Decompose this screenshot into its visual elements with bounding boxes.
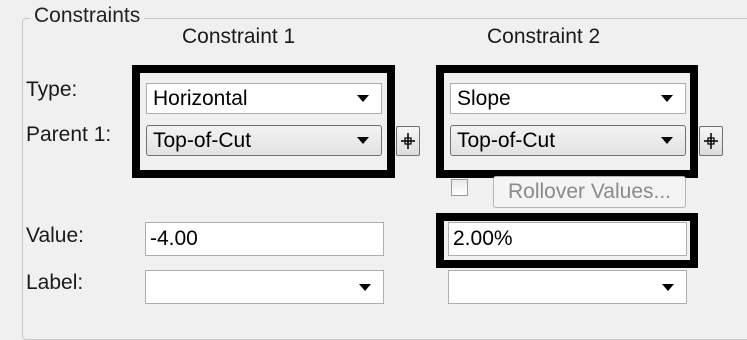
constraint2-pick-parent-button[interactable] — [699, 126, 723, 156]
chevron-down-icon — [661, 95, 673, 102]
crosshair-pick-icon — [401, 133, 415, 149]
constraint1-parent-value: Top-of-Cut — [153, 128, 252, 152]
constraint1-type-value: Horizontal — [153, 86, 248, 110]
type-label: Type: — [26, 78, 78, 101]
constraint2-parent-value: Top-of-Cut — [457, 128, 556, 152]
constraints-group-title: Constraints — [30, 4, 145, 28]
constraint2-label-combo[interactable] — [448, 270, 687, 304]
constraint2-highlight-frame — [436, 65, 698, 178]
constraint1-parent-combo[interactable]: Top-of-Cut — [146, 125, 382, 156]
constraint2-value-input[interactable]: 2.00% — [448, 222, 687, 256]
chevron-down-icon — [357, 137, 369, 144]
rollover-checkbox[interactable] — [451, 179, 468, 196]
constraint2-type-value: Slope — [457, 86, 511, 110]
constraint1-pick-parent-button[interactable] — [396, 126, 420, 156]
constraint1-highlight-frame — [132, 65, 395, 178]
constraint2-header: Constraint 2 — [487, 25, 601, 48]
label-label: Label: — [26, 271, 84, 294]
constraint1-type-combo[interactable]: Horizontal — [146, 83, 382, 114]
constraint1-header: Constraint 1 — [182, 25, 296, 48]
chevron-down-icon — [661, 137, 673, 144]
constraint2-parent-combo[interactable]: Top-of-Cut — [450, 125, 686, 156]
chevron-down-icon — [662, 283, 674, 291]
constraint2-type-combo[interactable]: Slope — [450, 83, 686, 114]
rollover-values-button[interactable]: Rollover Values... — [493, 176, 686, 208]
chevron-down-icon — [357, 95, 369, 102]
crosshair-pick-icon — [704, 133, 718, 149]
parent1-label: Parent 1: — [26, 123, 112, 146]
chevron-down-icon — [359, 283, 371, 291]
constraint1-label-combo[interactable] — [145, 270, 384, 304]
value-label: Value: — [26, 224, 84, 247]
constraint1-value-input[interactable]: -4.00 — [145, 222, 384, 256]
